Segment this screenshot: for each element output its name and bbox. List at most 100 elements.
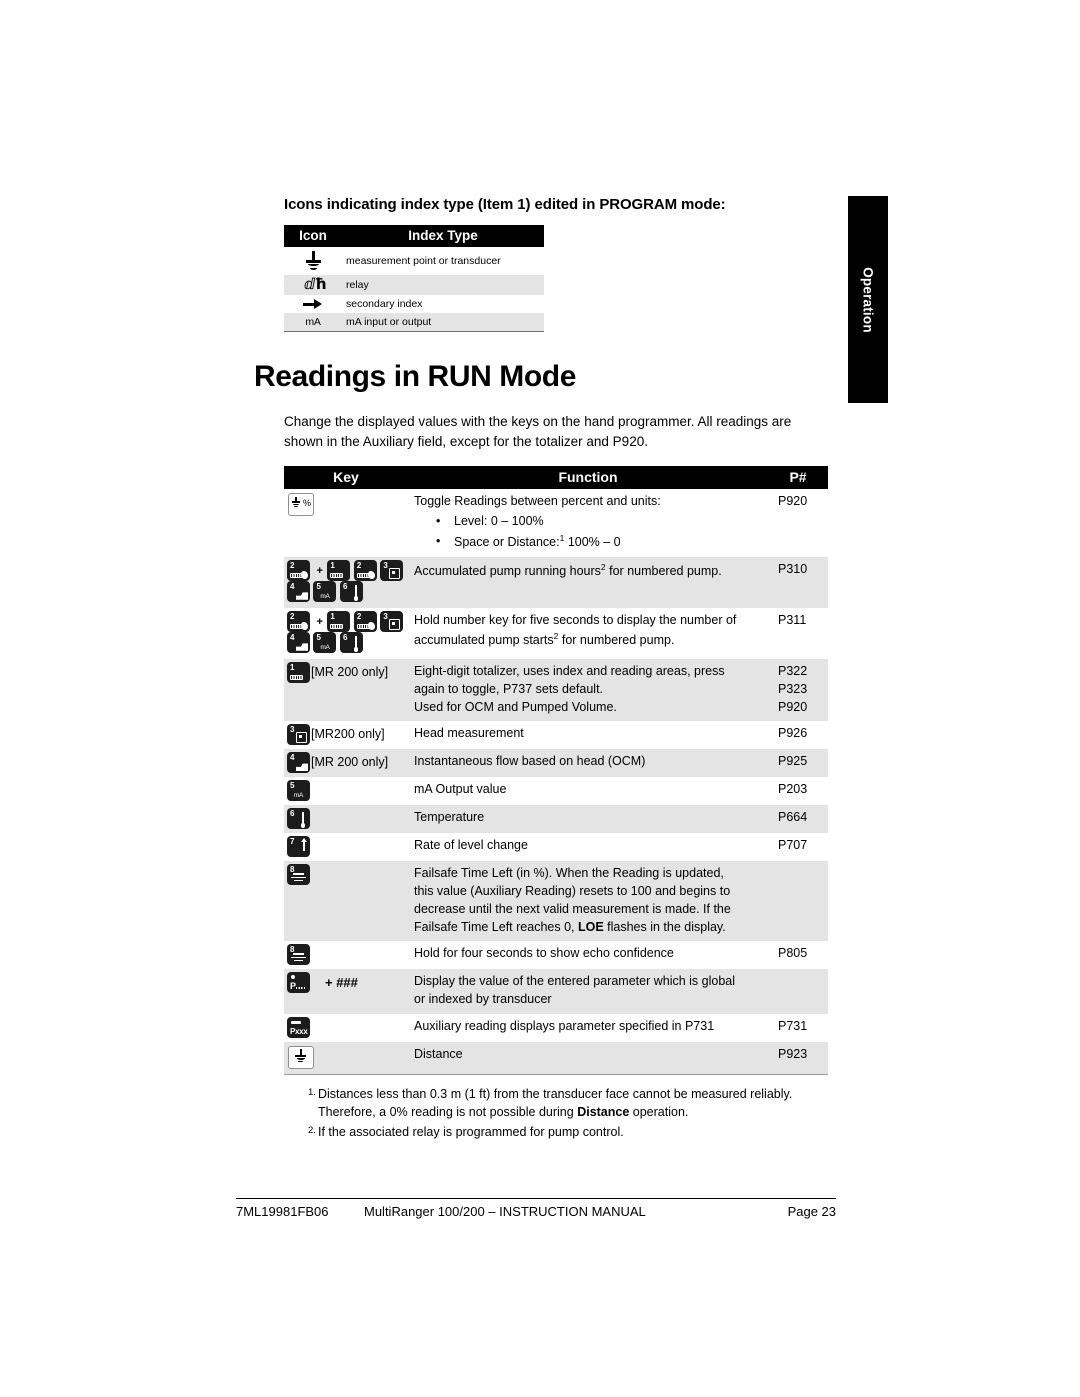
footnote-text: If the associated relay is programmed fo… [318, 1125, 624, 1140]
pnum-cell: P311 [778, 613, 807, 628]
footer-manual-title: MultiRanger 100/200 – INSTRUCTION MANUAL [364, 1204, 646, 1219]
function-cell: Head measurement [414, 726, 524, 741]
page-content: Icons indicating index type (Item 1) edi… [254, 196, 828, 1143]
icon-table-header-icon: Icon [284, 225, 342, 247]
function-line-post: flashes in the display. [603, 919, 726, 934]
key-6-icon: 6 [288, 809, 309, 829]
function-post: for numbered pump. [558, 633, 675, 648]
list-item: Space or Distance:1 100% – 0 [436, 532, 765, 553]
table-row: 7 Rate of level change P707 [284, 833, 828, 861]
icon-table-row: measurement point or transducer [284, 247, 544, 275]
side-tab-label: Operation [860, 266, 876, 333]
arrow-right-icon [302, 298, 324, 310]
footnote-number: 1. [308, 1086, 316, 1098]
table-row: Pxxx Auxiliary reading displays paramete… [284, 1014, 828, 1042]
icon-label: relay [342, 275, 544, 295]
function-line: again to toggle, P737 sets default. [414, 681, 604, 696]
icon-table-header-row: Icon Index Type [284, 225, 544, 247]
key-8-icon: 8 [288, 865, 309, 885]
icon-cell: mA [284, 313, 342, 333]
table-row: 3 [MR200 only] Head measurement P926 [284, 721, 828, 749]
key-1-icon: 1 [288, 663, 309, 683]
table-row: 8 Failsafe Time Left (in %). When the Re… [284, 861, 828, 942]
key-5-icon: 5 mA [288, 781, 309, 801]
function-cell: mA Output value [414, 782, 507, 797]
icon-table-header-index-type: Index Type [342, 225, 544, 247]
key-3-icon: 3 [381, 612, 403, 632]
table-row: 5 mA mA Output value P203 [284, 777, 828, 805]
function-cell: Eight-digit totalizer, uses index and re… [408, 659, 768, 722]
key-7-icon: 7 [288, 837, 309, 857]
function-cell: Toggle Readings between percent and unit… [408, 489, 768, 558]
plus-sign: + [316, 615, 323, 628]
pnum-cell: P707 [778, 838, 808, 853]
key-cell: 8 [284, 861, 408, 942]
icon-label: mA input or output [342, 313, 544, 333]
pnum-cell: P923 [768, 1041, 828, 1075]
icon-label: secondary index [346, 298, 423, 311]
transducer-icon [304, 250, 322, 272]
key-cell: Pxxx [284, 1014, 408, 1042]
function-cell: Distance [408, 1041, 768, 1075]
key-2-icon: 2 [288, 561, 309, 581]
icon-cell [284, 247, 342, 275]
key-glyph-group: % [288, 492, 316, 516]
function-post: for numbered pump. [605, 564, 722, 579]
page-title: Readings in RUN Mode [254, 360, 577, 394]
function-cell: Rate of level change [414, 838, 528, 853]
key-note: [MR 200 only] [311, 755, 389, 770]
footnote: 1. Distances less than 0.3 m (1 ft) from… [284, 1085, 828, 1121]
function-line: this value (Auxiliary Reading) resets to… [414, 884, 731, 899]
key-table-header-pnum: P# [768, 465, 828, 489]
key-table-header-row: Key Function P# [284, 465, 828, 489]
key-6-icon: 6 [340, 633, 362, 653]
pnum-cell: P731 [778, 1018, 808, 1033]
function-line: decrease until the next valid measuremen… [414, 901, 731, 916]
key-5-icon: 5 mA [314, 582, 336, 602]
footer-page-number: Page 23 [787, 1204, 836, 1219]
key-3-icon: 3 [288, 725, 309, 745]
key-table-header-key: Key [284, 465, 408, 489]
key-2-icon: 2 [354, 561, 376, 581]
function-line: Failsafe Time Left reaches 0, LOE flashe… [414, 919, 765, 937]
key-4-icon: 4 [288, 753, 309, 773]
function-line: Used for OCM and Pumped Volume. [414, 699, 617, 714]
footnote: 2. If the associated relay is programmed… [284, 1123, 828, 1141]
function-cell: Accumulated pump running hours2 for numb… [408, 557, 768, 609]
function-cell: Auxiliary reading displays parameter spe… [414, 1018, 715, 1033]
list-item: Level: 0 – 100% [436, 512, 765, 532]
document-page: Operation Icons indicating index type (I… [0, 0, 1080, 1397]
key-2-icon: 2 [354, 612, 376, 632]
pnum-cell: P322 P323 P920 [768, 659, 828, 722]
pnum-cell [768, 861, 828, 942]
function-cell: Hold for four seconds to show echo confi… [414, 946, 674, 961]
function-line: Eight-digit totalizer, uses index and re… [414, 664, 725, 679]
function-line: Display the value of the entered paramet… [414, 974, 736, 989]
bullet-pre: Space or Distance: [454, 534, 560, 549]
table-row: 4 [MR 200 only] Instantaneous flow based … [284, 749, 828, 778]
icon-legend-table: Icon Index Type measurement point or tra… [284, 225, 544, 333]
footer-document-code: 7ML19981FB06 [236, 1204, 329, 1219]
key-cell: 4 [MR 200 only] [284, 749, 408, 778]
readings-key-table: Key Function P# % Toggle Readings betwee… [284, 465, 828, 1075]
pnum-cell: P203 [778, 782, 808, 797]
key-cell: 8 [284, 941, 408, 969]
table-row: 2 + 1 2 3 4 5 mA 6 [284, 557, 828, 609]
key-cell: 5 mA [284, 777, 408, 805]
key-4-icon: 4 [288, 633, 309, 653]
footnotes-block: 1. Distances less than 0.3 m (1 ft) from… [284, 1085, 828, 1141]
function-line: or indexed by transducer [414, 992, 552, 1007]
key-4-icon: 4 [288, 582, 309, 602]
table-row: 6 Temperature P664 [284, 805, 828, 834]
function-bullet-list: Level: 0 – 100% Space or Distance:1 100%… [414, 512, 765, 552]
table-row: 2 + 1 2 3 4 5 mA 6 [284, 608, 828, 659]
key-cell: 2 + 1 2 3 4 5 mA 6 [284, 557, 408, 609]
intro-paragraph: Change the displayed values with the key… [284, 414, 792, 449]
side-tab-operation: Operation [848, 196, 888, 403]
key-6-icon: 6 [340, 582, 362, 602]
pnum-cell [768, 969, 828, 1014]
key-note: [MR200 only] [311, 727, 385, 742]
percent-key-icon: % [288, 492, 314, 516]
footnote-post: operation. [629, 1105, 689, 1120]
pnum-cell: P920 [778, 493, 808, 508]
